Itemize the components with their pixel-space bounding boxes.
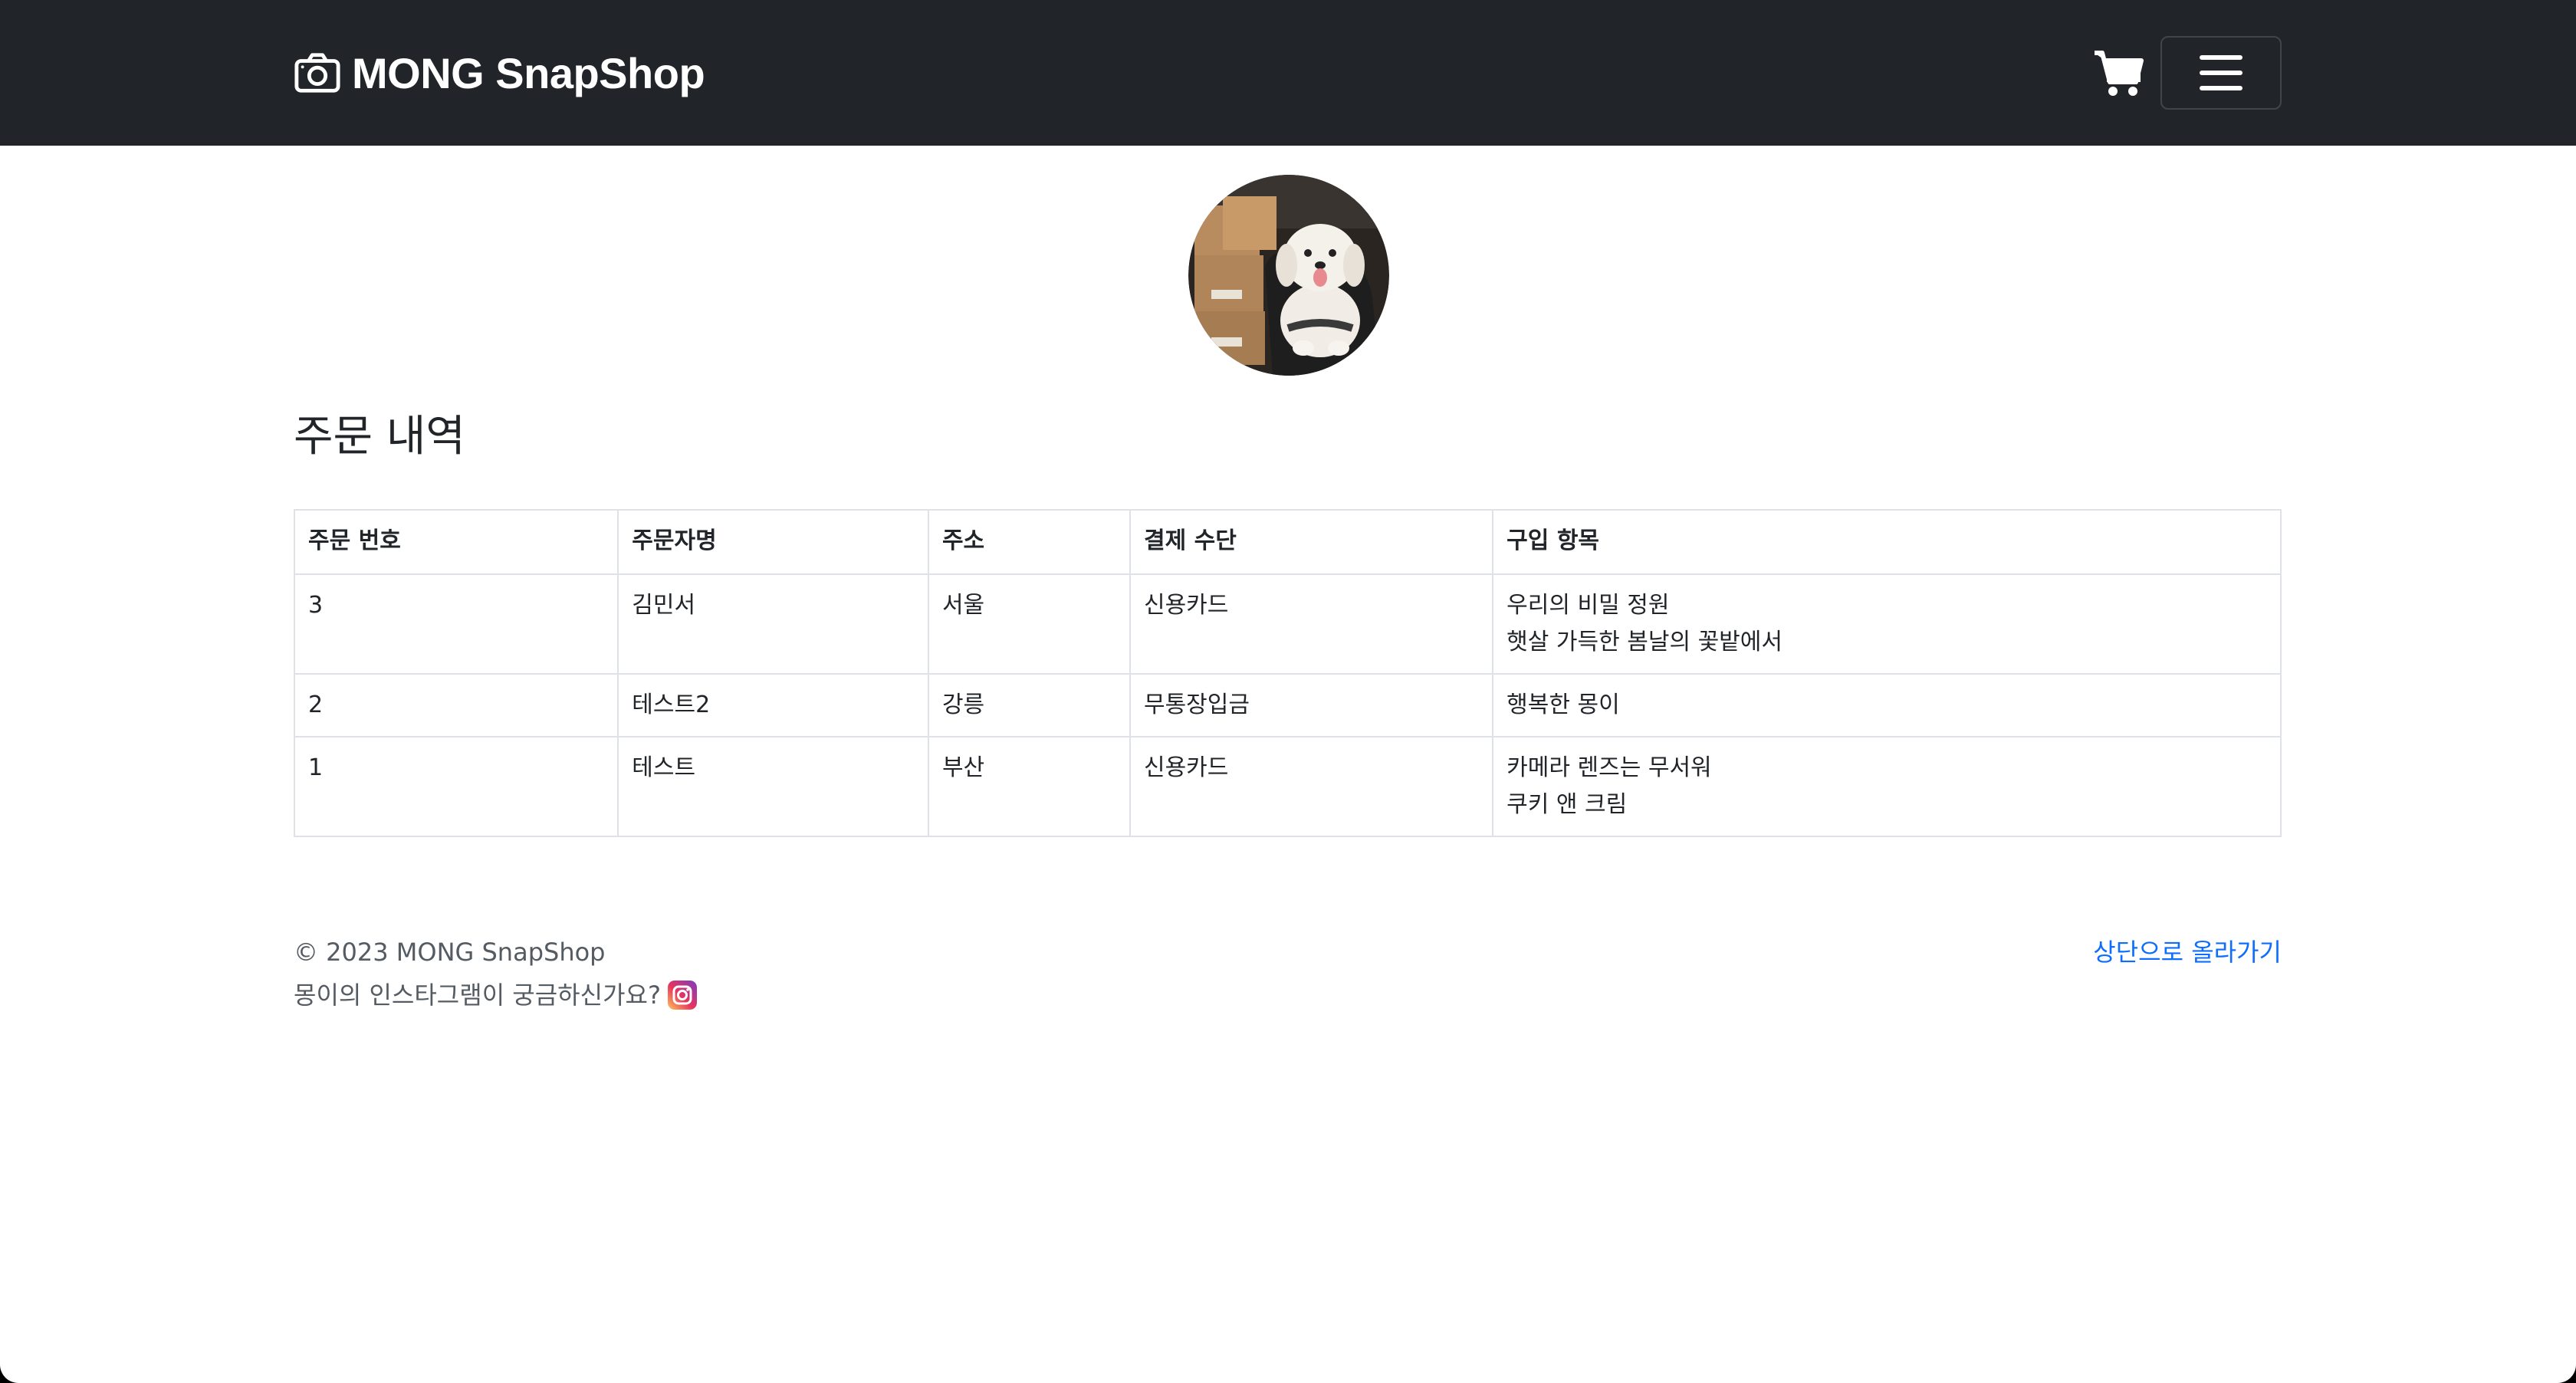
customer-name-cell: 테스트2 bbox=[617, 673, 929, 737]
column-header-customer-name: 주문자명 bbox=[617, 509, 929, 575]
purchased-item: 햇살 가득한 봄날의 꽃밭에서 bbox=[1506, 629, 1783, 655]
page-title: 주문 내역 bbox=[294, 412, 465, 462]
footer: © 2023 MONG SnapShop 몽이의 인스타그램이 궁금하신가요? bbox=[294, 931, 2282, 1017]
avatar bbox=[1188, 175, 1389, 376]
address-cell: 부산 bbox=[927, 736, 1131, 837]
address-cell: 서울 bbox=[927, 573, 1131, 675]
purchased-item: 우리의 비밀 정원 bbox=[1506, 592, 1670, 619]
instagram-icon[interactable] bbox=[667, 980, 698, 1010]
customer-name-cell: 테스트 bbox=[617, 736, 929, 837]
payment-cell: 신용카드 bbox=[1129, 573, 1494, 675]
brand-link[interactable]: MONG SnapShop bbox=[294, 48, 705, 98]
items-cell: 카메라 렌즈는 무서워 쿠키 앤 크림 bbox=[1492, 736, 2282, 837]
column-header-payment-method: 결제 수단 bbox=[1129, 509, 1494, 575]
address-cell: 강릉 bbox=[927, 673, 1131, 737]
purchased-item: 행복한 몽이 bbox=[1506, 692, 1620, 718]
purchased-item: 카메라 렌즈는 무서워 bbox=[1506, 754, 1712, 781]
column-header-order-no: 주문 번호 bbox=[293, 509, 619, 575]
copyright-text: © 2023 MONG SnapShop bbox=[294, 938, 606, 967]
instagram-line: 몽이의 인스타그램이 궁금하신가요? bbox=[294, 974, 2282, 1017]
hamburger-icon bbox=[2200, 55, 2242, 90]
brand-title: MONG SnapShop bbox=[352, 48, 705, 97]
purchased-item: 쿠키 앤 크림 bbox=[1506, 791, 1628, 818]
payment-cell: 무통장입금 bbox=[1129, 673, 1494, 737]
table-row: 1 테스트 부산 신용카드 카메라 렌즈는 무서워 쿠키 앤 크림 bbox=[293, 736, 2282, 837]
items-cell: 우리의 비밀 정원 햇살 가득한 봄날의 꽃밭에서 bbox=[1492, 573, 2282, 675]
column-header-address: 주소 bbox=[927, 509, 1131, 575]
app-window: MONG SnapShop 주문 내역 주문 번호 주문자명 주소 결제 수단 … bbox=[0, 0, 2576, 1383]
table-row: 3 김민서 서울 신용카드 우리의 비밀 정원 햇살 가득한 봄날의 꽃밭에서 bbox=[293, 573, 2282, 675]
navbar-container: MONG SnapShop bbox=[294, 0, 2282, 146]
orders-table: 주문 번호 주문자명 주소 결제 수단 구입 항목 3 김민서 서울 신용카드 … bbox=[293, 509, 2282, 837]
order-no-cell: 1 bbox=[293, 736, 619, 837]
payment-cell: 신용카드 bbox=[1129, 736, 1494, 837]
navbar-actions bbox=[2093, 36, 2282, 110]
camera-icon bbox=[294, 49, 341, 97]
table-row: 2 테스트2 강릉 무통장입금 행복한 몽이 bbox=[293, 673, 2282, 737]
order-no-cell: 3 bbox=[293, 573, 619, 675]
back-to-top-link[interactable]: 상단으로 올라가기 bbox=[2093, 931, 2282, 974]
customer-name-cell: 김민서 bbox=[617, 573, 929, 675]
table-header-row: 주문 번호 주문자명 주소 결제 수단 구입 항목 bbox=[293, 509, 2282, 575]
items-cell: 행복한 몽이 bbox=[1492, 673, 2282, 737]
instagram-prompt: 몽이의 인스타그램이 궁금하신가요? bbox=[294, 981, 661, 1010]
order-no-cell: 2 bbox=[293, 673, 619, 737]
navbar: MONG SnapShop bbox=[0, 0, 2576, 146]
column-header-purchased-items: 구입 항목 bbox=[1492, 509, 2282, 575]
cart-icon[interactable] bbox=[2093, 48, 2144, 97]
menu-toggle-button[interactable] bbox=[2160, 36, 2282, 110]
